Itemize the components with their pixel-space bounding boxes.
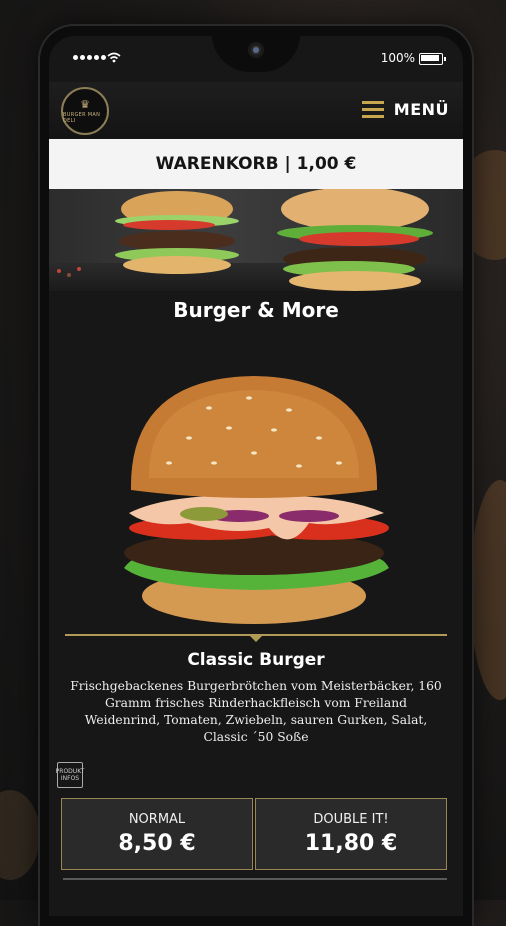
price-options: NORMAL 8,50 € DOUBLE IT! 11,80 € — [61, 798, 447, 870]
background-food-blur-bottom-left — [0, 790, 40, 880]
category-title: Burger & More — [173, 298, 339, 322]
menu-button[interactable]: MENÜ — [361, 100, 449, 119]
background-food-blur-right — [470, 480, 506, 700]
battery-icon — [419, 53, 446, 65]
app-screen: 100% ♛ BURGER MAN DELI MENÜ WARENKORB | … — [49, 36, 463, 916]
status-bar: 100% — [49, 36, 463, 82]
price-option-normal-button[interactable]: NORMAL 8,50 € — [61, 798, 253, 870]
bottom-divider — [63, 878, 447, 880]
hero-burgers-illustration — [57, 189, 433, 291]
price-option-value: 11,80 € — [304, 831, 398, 856]
cart-label: WARENKORB | 1,00 € — [155, 154, 357, 174]
menu-label: MENÜ — [393, 100, 449, 119]
category-hero-image — [49, 189, 463, 291]
signal-icon — [73, 55, 106, 60]
logo-text: BURGER MAN DELI — [63, 111, 101, 124]
product-description: Frischgebackenes Burgerbrötchen vom Meis… — [70, 679, 442, 744]
product-name: Classic Burger — [187, 650, 325, 670]
price-option-label: DOUBLE IT! — [313, 812, 389, 827]
product-image[interactable] — [109, 368, 399, 628]
hamburger-menu-icon — [361, 101, 384, 118]
price-option-double-button[interactable]: DOUBLE IT! 11,80 € — [255, 798, 447, 870]
cart-bar[interactable]: WARENKORB | 1,00 € — [49, 139, 463, 189]
wifi-icon — [107, 52, 121, 63]
app-header: ♛ BURGER MAN DELI MENÜ — [49, 82, 463, 138]
price-option-label: NORMAL — [128, 812, 186, 827]
divider-arrow-icon — [250, 636, 262, 642]
price-option-value: 8,50 € — [118, 831, 196, 856]
phone-frame: 100% ♛ BURGER MAN DELI MENÜ WARENKORB | … — [40, 26, 472, 926]
crown-icon: ♛ — [80, 97, 90, 111]
info-icon-line1: PRODUKT — [55, 768, 85, 775]
product-info-icon[interactable]: PRODUKT INFOS — [55, 762, 85, 788]
info-icon-line2: INFOS — [60, 775, 80, 782]
brand-logo[interactable]: ♛ BURGER MAN DELI — [61, 87, 109, 135]
front-camera — [248, 42, 264, 58]
battery-percentage: 100% — [380, 51, 415, 65]
